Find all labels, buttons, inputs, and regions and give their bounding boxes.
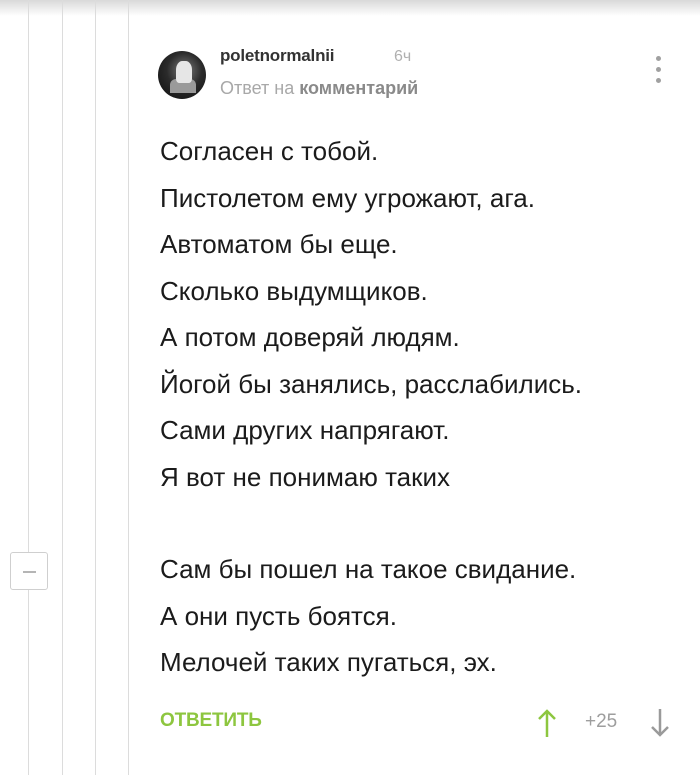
comment-line: Сами других напрягают. (160, 415, 450, 445)
top-shadow (0, 0, 700, 16)
comment-body: Согласен с тобой. Пистолетом ему угрожаю… (160, 128, 690, 686)
comment-line: Йогой бы занялись, расслабились. (160, 368, 583, 399)
thread-line (28, 0, 29, 775)
comment-line: Пистолетом ему угрожают, ага. (160, 182, 535, 213)
arrow-down-icon[interactable] (650, 708, 670, 738)
comment-line: А они пусть боятся. (160, 600, 397, 631)
reply-to-comment-link[interactable]: комментарий (299, 78, 418, 98)
arrow-up-icon[interactable] (537, 708, 557, 738)
comment-line: А потом доверяй людям. (160, 322, 460, 352)
avatar[interactable] (158, 51, 206, 99)
comment-score: +25 (585, 711, 618, 732)
comment-line: Я вот не понимаю таких (160, 461, 451, 492)
collapse-icon (23, 571, 36, 573)
comment-author[interactable]: poletnormalnii (220, 46, 335, 66)
collapse-thread-button[interactable] (10, 552, 48, 590)
comment-line: Сколько выдумщиков. (160, 275, 428, 306)
comment-line: Сам бы пошел на такое свидание. (160, 554, 577, 584)
comment-line: Мелочей таких пугаться, эх. (160, 647, 497, 677)
comment-line: Согласен с тобой. (160, 136, 379, 166)
reply-to: Ответ на комментарий (220, 78, 418, 99)
thread-line (95, 0, 96, 775)
comment-time: 6ч (394, 48, 412, 65)
reply-to-prefix: Ответ на (220, 78, 295, 98)
reply-button[interactable]: ОТВЕТИТЬ (160, 710, 262, 732)
thread-line (128, 0, 129, 775)
thread-line (62, 0, 63, 775)
comment-line: Автоматом бы еще. (160, 229, 398, 259)
more-vertical-icon[interactable] (652, 56, 664, 90)
